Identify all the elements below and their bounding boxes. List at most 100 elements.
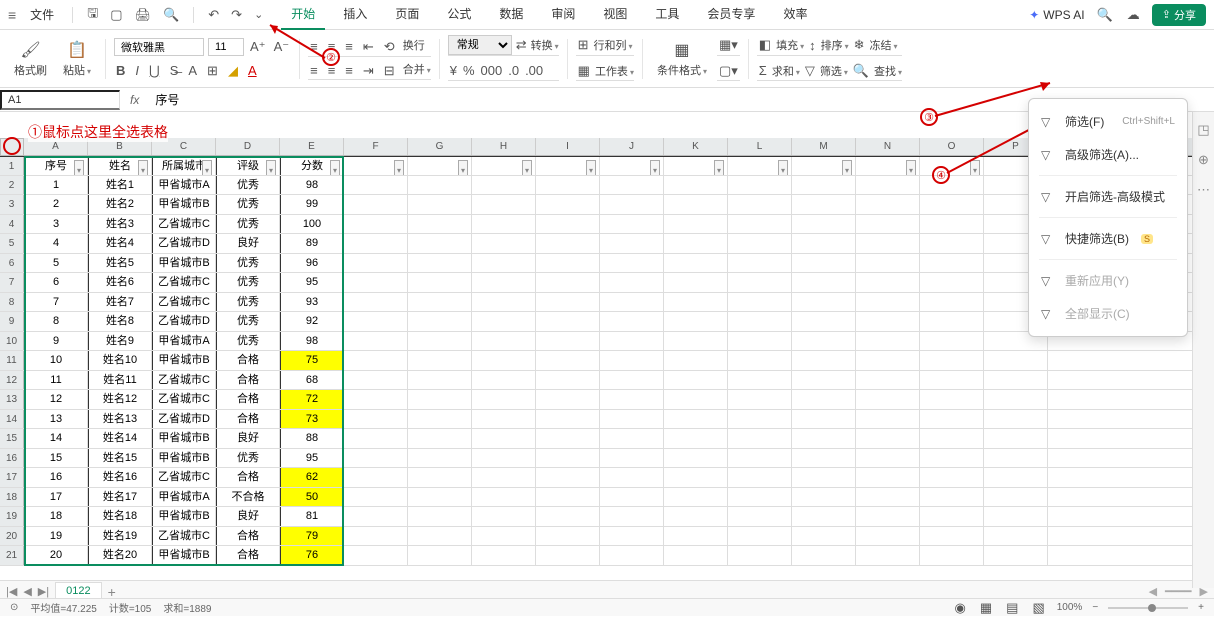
filter-button[interactable]: 筛选 — [820, 63, 848, 79]
view-break-icon[interactable]: ▤ — [1004, 598, 1020, 618]
freeze-button[interactable]: 冻结 — [870, 37, 898, 53]
cell[interactable]: 优秀 — [216, 293, 280, 312]
row-header[interactable]: 1 — [0, 157, 24, 175]
zoom-out-icon[interactable]: − — [1092, 602, 1098, 613]
italic-icon[interactable]: I — [133, 61, 141, 80]
dd-filter[interactable]: ▽筛选(F)Ctrl+Shift+L — [1029, 105, 1187, 138]
tab-tools[interactable]: 工具 — [645, 0, 689, 30]
cell[interactable]: 5 — [24, 254, 88, 273]
row-header[interactable]: 7 — [0, 273, 24, 292]
table-header-cell[interactable]: 姓名 — [88, 157, 152, 175]
cell[interactable]: 甲省城市B — [152, 507, 216, 526]
cell[interactable]: 6 — [24, 273, 88, 292]
col-header-H[interactable]: H — [472, 138, 536, 155]
cell[interactable]: 姓名17 — [88, 488, 152, 507]
row-header[interactable]: 11 — [0, 351, 24, 370]
cell[interactable]: 100 — [280, 215, 344, 234]
cell[interactable]: 20 — [24, 546, 88, 565]
fx-icon[interactable]: fx — [120, 93, 149, 107]
cell[interactable]: 15 — [24, 449, 88, 468]
cell[interactable]: 姓名6 — [88, 273, 152, 292]
tab-review[interactable]: 审阅 — [541, 0, 585, 30]
merge-icon[interactable]: ⊟ — [382, 61, 397, 80]
cell[interactable]: 93 — [280, 293, 344, 312]
cell[interactable]: 姓名14 — [88, 429, 152, 448]
save-icon[interactable]: 🖫 — [85, 2, 100, 28]
cell[interactable]: 甲省城市B — [152, 449, 216, 468]
cell[interactable]: 甲省城市B — [152, 546, 216, 565]
cell[interactable]: 乙省城市D — [152, 410, 216, 429]
tab-insert[interactable]: 插入 — [333, 0, 377, 30]
cell[interactable]: 甲省城市B — [152, 254, 216, 273]
cell[interactable]: 95 — [280, 449, 344, 468]
cell[interactable]: 优秀 — [216, 176, 280, 195]
cell[interactable]: 乙省城市D — [152, 234, 216, 253]
cell[interactable]: 姓名19 — [88, 527, 152, 546]
indent-dec-icon[interactable]: ⇤ — [361, 37, 376, 56]
cell[interactable]: 姓名16 — [88, 468, 152, 487]
increase-font-icon[interactable]: A⁺ — [248, 37, 268, 57]
dec-inc-icon[interactable]: .0 — [506, 61, 521, 80]
share-button[interactable]: ⇪分享 — [1152, 4, 1206, 26]
decrease-font-icon[interactable]: A⁻ — [272, 37, 292, 57]
strike-icon[interactable]: S̶ — [168, 61, 181, 80]
cell[interactable]: 9 — [24, 332, 88, 351]
cell[interactable]: 甲省城市B — [152, 195, 216, 214]
fill-button[interactable]: 填充 — [776, 37, 804, 53]
cell[interactable]: 62 — [280, 468, 344, 487]
cell[interactable]: 合格 — [216, 410, 280, 429]
col-header-F[interactable]: F — [344, 138, 408, 155]
cell[interactable]: 92 — [280, 312, 344, 331]
col-header-O[interactable]: O — [920, 138, 984, 155]
cell[interactable]: 17 — [24, 488, 88, 507]
cell[interactable]: 95 — [280, 273, 344, 292]
border-icon[interactable]: ⊞ — [205, 61, 220, 81]
sheet-prev-icon[interactable]: ◀ — [23, 585, 31, 598]
cell[interactable]: 优秀 — [216, 273, 280, 292]
view-custom-icon[interactable]: ▧ — [1030, 598, 1046, 618]
table-header-cell[interactable]: 所属城市 — [152, 157, 216, 175]
cell[interactable]: 姓名8 — [88, 312, 152, 331]
cell[interactable]: 8 — [24, 312, 88, 331]
cloud-icon[interactable]: ☁ — [1125, 5, 1142, 25]
search-icon[interactable]: 🔍 — [1095, 5, 1115, 25]
cell[interactable]: 优秀 — [216, 449, 280, 468]
cell[interactable]: 乙省城市C — [152, 390, 216, 409]
cell[interactable]: 50 — [280, 488, 344, 507]
cell[interactable]: 96 — [280, 254, 344, 273]
font-name-select[interactable] — [114, 38, 204, 56]
row-header[interactable]: 8 — [0, 293, 24, 312]
cell[interactable]: 良好 — [216, 507, 280, 526]
row-header[interactable]: 21 — [0, 546, 24, 565]
col-header-K[interactable]: K — [664, 138, 728, 155]
format-painter-group[interactable]: 🖌格式刷 — [8, 40, 53, 78]
dd-quick[interactable]: ▽快捷筛选(B)S — [1029, 222, 1187, 255]
col-header-N[interactable]: N — [856, 138, 920, 155]
wps-ai-button[interactable]: ✦WPS AI — [1029, 8, 1084, 22]
cell[interactable]: 99 — [280, 195, 344, 214]
cell[interactable]: 1 — [24, 176, 88, 195]
preview-icon[interactable]: 🔍 — [161, 5, 181, 25]
cell[interactable]: 姓名18 — [88, 507, 152, 526]
dd-premium[interactable]: ▽开启筛选-高级模式 — [1029, 180, 1187, 213]
find-button[interactable]: 查找 — [874, 63, 902, 79]
table-header-cell[interactable]: 评级 — [216, 157, 280, 175]
view-page-icon[interactable]: ▦ — [978, 598, 994, 618]
paste-group[interactable]: 📋粘贴 — [57, 40, 97, 78]
cell[interactable]: 98 — [280, 332, 344, 351]
cell[interactable]: 4 — [24, 234, 88, 253]
cell[interactable]: 良好 — [216, 429, 280, 448]
sp-icon-1[interactable]: ◳ — [1197, 122, 1209, 138]
sheet-first-icon[interactable]: |◀ — [6, 585, 17, 598]
tab-view[interactable]: 视图 — [593, 0, 637, 30]
cell[interactable]: 72 — [280, 390, 344, 409]
align-top-icon[interactable]: ≡ — [308, 37, 320, 56]
file-menu[interactable]: 文件 — [24, 6, 60, 23]
bold-icon[interactable]: B — [114, 61, 127, 80]
row-header[interactable]: 3 — [0, 195, 24, 214]
cell[interactable]: 合格 — [216, 468, 280, 487]
cell[interactable]: 优秀 — [216, 312, 280, 331]
cell[interactable]: 乙省城市C — [152, 468, 216, 487]
new-icon[interactable]: ▢ — [108, 5, 124, 25]
cell[interactable]: 合格 — [216, 371, 280, 390]
